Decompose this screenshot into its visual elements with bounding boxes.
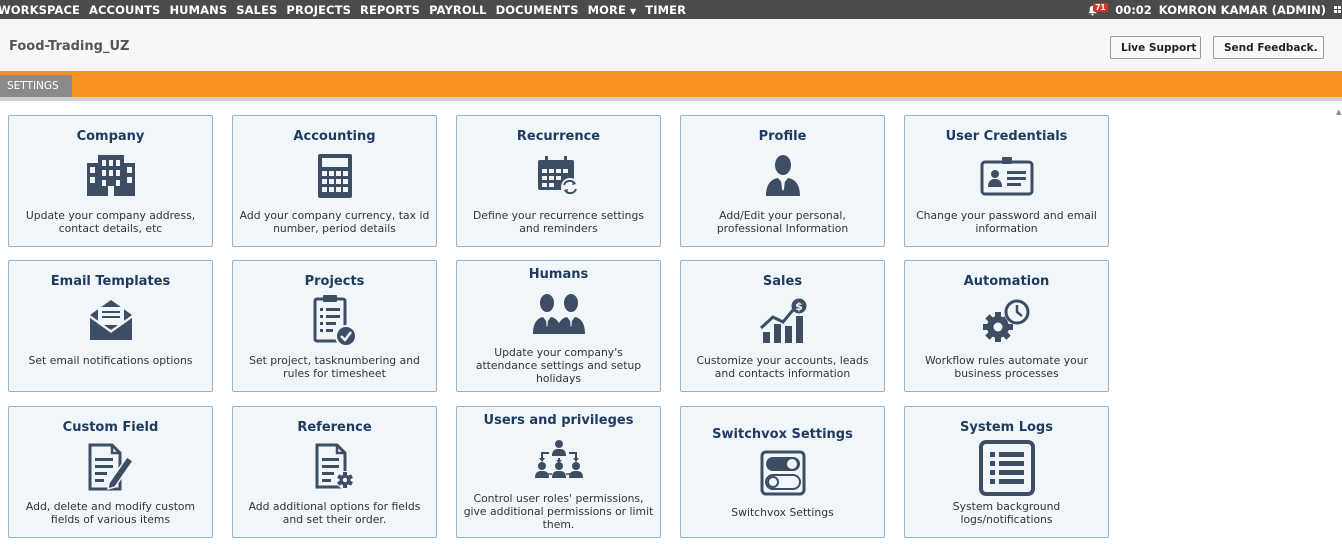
header: Food-Trading_UZ ? Live Support Send Feed… bbox=[0, 19, 1342, 71]
tile-desc: Set project, tasknumbering and rules for… bbox=[249, 354, 420, 380]
tile-desc: Update your company's attendance setting… bbox=[475, 346, 642, 385]
tile-desc: Add, delete and modify custom fields of … bbox=[25, 500, 196, 526]
tile-title: Email Templates bbox=[50, 274, 171, 289]
notification-bell[interactable]: 71 bbox=[1087, 2, 1108, 16]
nav-accounts[interactable]: ACCOUNTS bbox=[89, 3, 160, 17]
caret-down-icon: ▼ bbox=[629, 6, 637, 16]
tile-title: Recurrence bbox=[516, 129, 601, 144]
tile-desc: Customize your accounts, leads and conta… bbox=[696, 354, 869, 380]
people-icon bbox=[457, 293, 660, 335]
tile-desc: System background logs/notifications bbox=[952, 500, 1061, 526]
tile-title: Accounting bbox=[293, 129, 376, 144]
section-bar: SETTINGS bbox=[0, 71, 1342, 97]
envelope-icon bbox=[9, 298, 212, 342]
tile-desc: Control user roles' permissions, give ad… bbox=[463, 492, 654, 531]
settings-grid: Company Update your company address, con… bbox=[8, 115, 1109, 540]
building-icon bbox=[9, 153, 212, 197]
document-gear-icon bbox=[233, 443, 436, 491]
tile-title: Humans bbox=[528, 267, 589, 282]
calculator-icon bbox=[233, 153, 436, 199]
tile-humans[interactable]: Humans Update your company's attendance … bbox=[456, 260, 661, 392]
sales-chart-icon: $ bbox=[681, 298, 884, 344]
timer-value: 00:02 bbox=[1115, 2, 1152, 17]
apps-grid-icon[interactable] bbox=[1334, 6, 1342, 13]
company-name: Food-Trading_UZ bbox=[9, 39, 130, 54]
tile-title: Sales bbox=[762, 274, 803, 289]
nav-more[interactable]: MORE ▼ bbox=[588, 3, 637, 17]
tile-reference[interactable]: Reference Add additional options for fie… bbox=[232, 406, 437, 538]
nav-timer[interactable]: TIMER bbox=[645, 3, 686, 17]
tile-desc: Switchvox Settings bbox=[731, 506, 834, 519]
tile-title: Reference bbox=[297, 420, 372, 435]
tile-automation[interactable]: Automation Workflow rules automate your … bbox=[904, 260, 1109, 392]
tile-desc: Define your recurrence settings and remi… bbox=[472, 209, 644, 235]
nav-humans[interactable]: HUMANS bbox=[169, 3, 227, 17]
user-icon bbox=[681, 153, 884, 197]
tile-desc: Workflow rules automate your business pr… bbox=[924, 354, 1088, 380]
tile-user-credentials[interactable]: User Credentials Change your password an… bbox=[904, 115, 1109, 247]
nav-projects[interactable]: PROJECTS bbox=[286, 3, 351, 17]
live-support-label: Live Support bbox=[1121, 41, 1197, 54]
id-card-icon bbox=[905, 156, 1108, 196]
tile-company[interactable]: Company Update your company address, con… bbox=[8, 115, 213, 247]
divider bbox=[0, 97, 1342, 101]
send-feedback-label: Send Feedback. bbox=[1224, 41, 1318, 54]
tab-settings[interactable]: SETTINGS bbox=[0, 75, 72, 97]
user-menu[interactable]: KOMRON KAMAR (ADMIN) bbox=[1159, 3, 1326, 17]
tile-title: Custom Field bbox=[62, 420, 159, 435]
nav-more-label: MORE bbox=[587, 2, 626, 17]
tile-sales[interactable]: Sales $ Customize your accounts, leads a… bbox=[680, 260, 885, 392]
tile-email-templates[interactable]: Email Templates Set email notifications … bbox=[8, 260, 213, 392]
tile-switchvox-settings[interactable]: Switchvox Settings Switchvox Settings bbox=[680, 406, 885, 538]
tile-title: Switchvox Settings bbox=[712, 427, 853, 442]
tile-title: Users and privileges bbox=[483, 413, 634, 428]
toggle-icon bbox=[681, 450, 884, 496]
tile-recurrence[interactable]: Recurrence Define your recurrence settin… bbox=[456, 115, 661, 247]
calendar-refresh-icon bbox=[457, 154, 660, 198]
tile-projects[interactable]: Projects Set project, tasknumbering and … bbox=[232, 260, 437, 392]
tile-title: User Credentials bbox=[945, 129, 1068, 144]
scroll-up-arrow[interactable]: ▲ bbox=[1336, 108, 1342, 116]
svg-text:$: $ bbox=[795, 300, 803, 313]
tile-desc: Change your password and email informati… bbox=[916, 209, 1097, 235]
gear-clock-icon bbox=[905, 297, 1108, 343]
tile-desc: Add additional options for fields and se… bbox=[248, 500, 421, 526]
nav-workspace[interactable]: WORKSPACE bbox=[0, 3, 80, 17]
tile-desc: Update your company address, contact det… bbox=[25, 209, 196, 235]
document-edit-icon bbox=[9, 443, 212, 491]
tile-desc: Add/Edit your personal, professional Inf… bbox=[716, 209, 849, 235]
tile-users-and-privileges[interactable]: Users and privileges Control user roles'… bbox=[456, 406, 661, 538]
user-network-icon bbox=[457, 439, 660, 483]
nav-payroll[interactable]: PAYROLL bbox=[429, 3, 487, 17]
tile-system-logs[interactable]: System Logs System background logs/notif… bbox=[904, 406, 1109, 538]
tile-profile[interactable]: Profile Add/Edit your personal, professi… bbox=[680, 115, 885, 247]
tile-title: Automation bbox=[963, 274, 1050, 289]
clipboard-check-icon bbox=[233, 294, 436, 348]
tile-title: System Logs bbox=[960, 420, 1053, 435]
top-nav: WORKSPACE ACCOUNTS HUMANS SALES PROJECTS… bbox=[0, 0, 1342, 19]
notification-badge: 71 bbox=[1093, 2, 1108, 12]
nav-sales[interactable]: SALES bbox=[236, 3, 277, 17]
tile-custom-field[interactable]: Custom Field Add, delete and modify cust… bbox=[8, 406, 213, 538]
tile-title: Company bbox=[76, 129, 145, 144]
send-feedback-button[interactable]: Send Feedback. bbox=[1213, 36, 1324, 59]
tile-accounting[interactable]: Accounting Add your company currency, ta… bbox=[232, 115, 437, 247]
nav-documents[interactable]: DOCUMENTS bbox=[496, 3, 579, 17]
tile-title: Projects bbox=[304, 274, 365, 289]
tile-desc: Set email notifications options bbox=[28, 354, 193, 367]
live-support-button[interactable]: ? Live Support bbox=[1110, 36, 1201, 59]
tile-desc: Add your company currency, tax id number… bbox=[239, 209, 430, 235]
nav-reports[interactable]: REPORTS bbox=[360, 3, 420, 17]
list-icon bbox=[905, 440, 1108, 496]
tile-title: Profile bbox=[758, 129, 807, 144]
